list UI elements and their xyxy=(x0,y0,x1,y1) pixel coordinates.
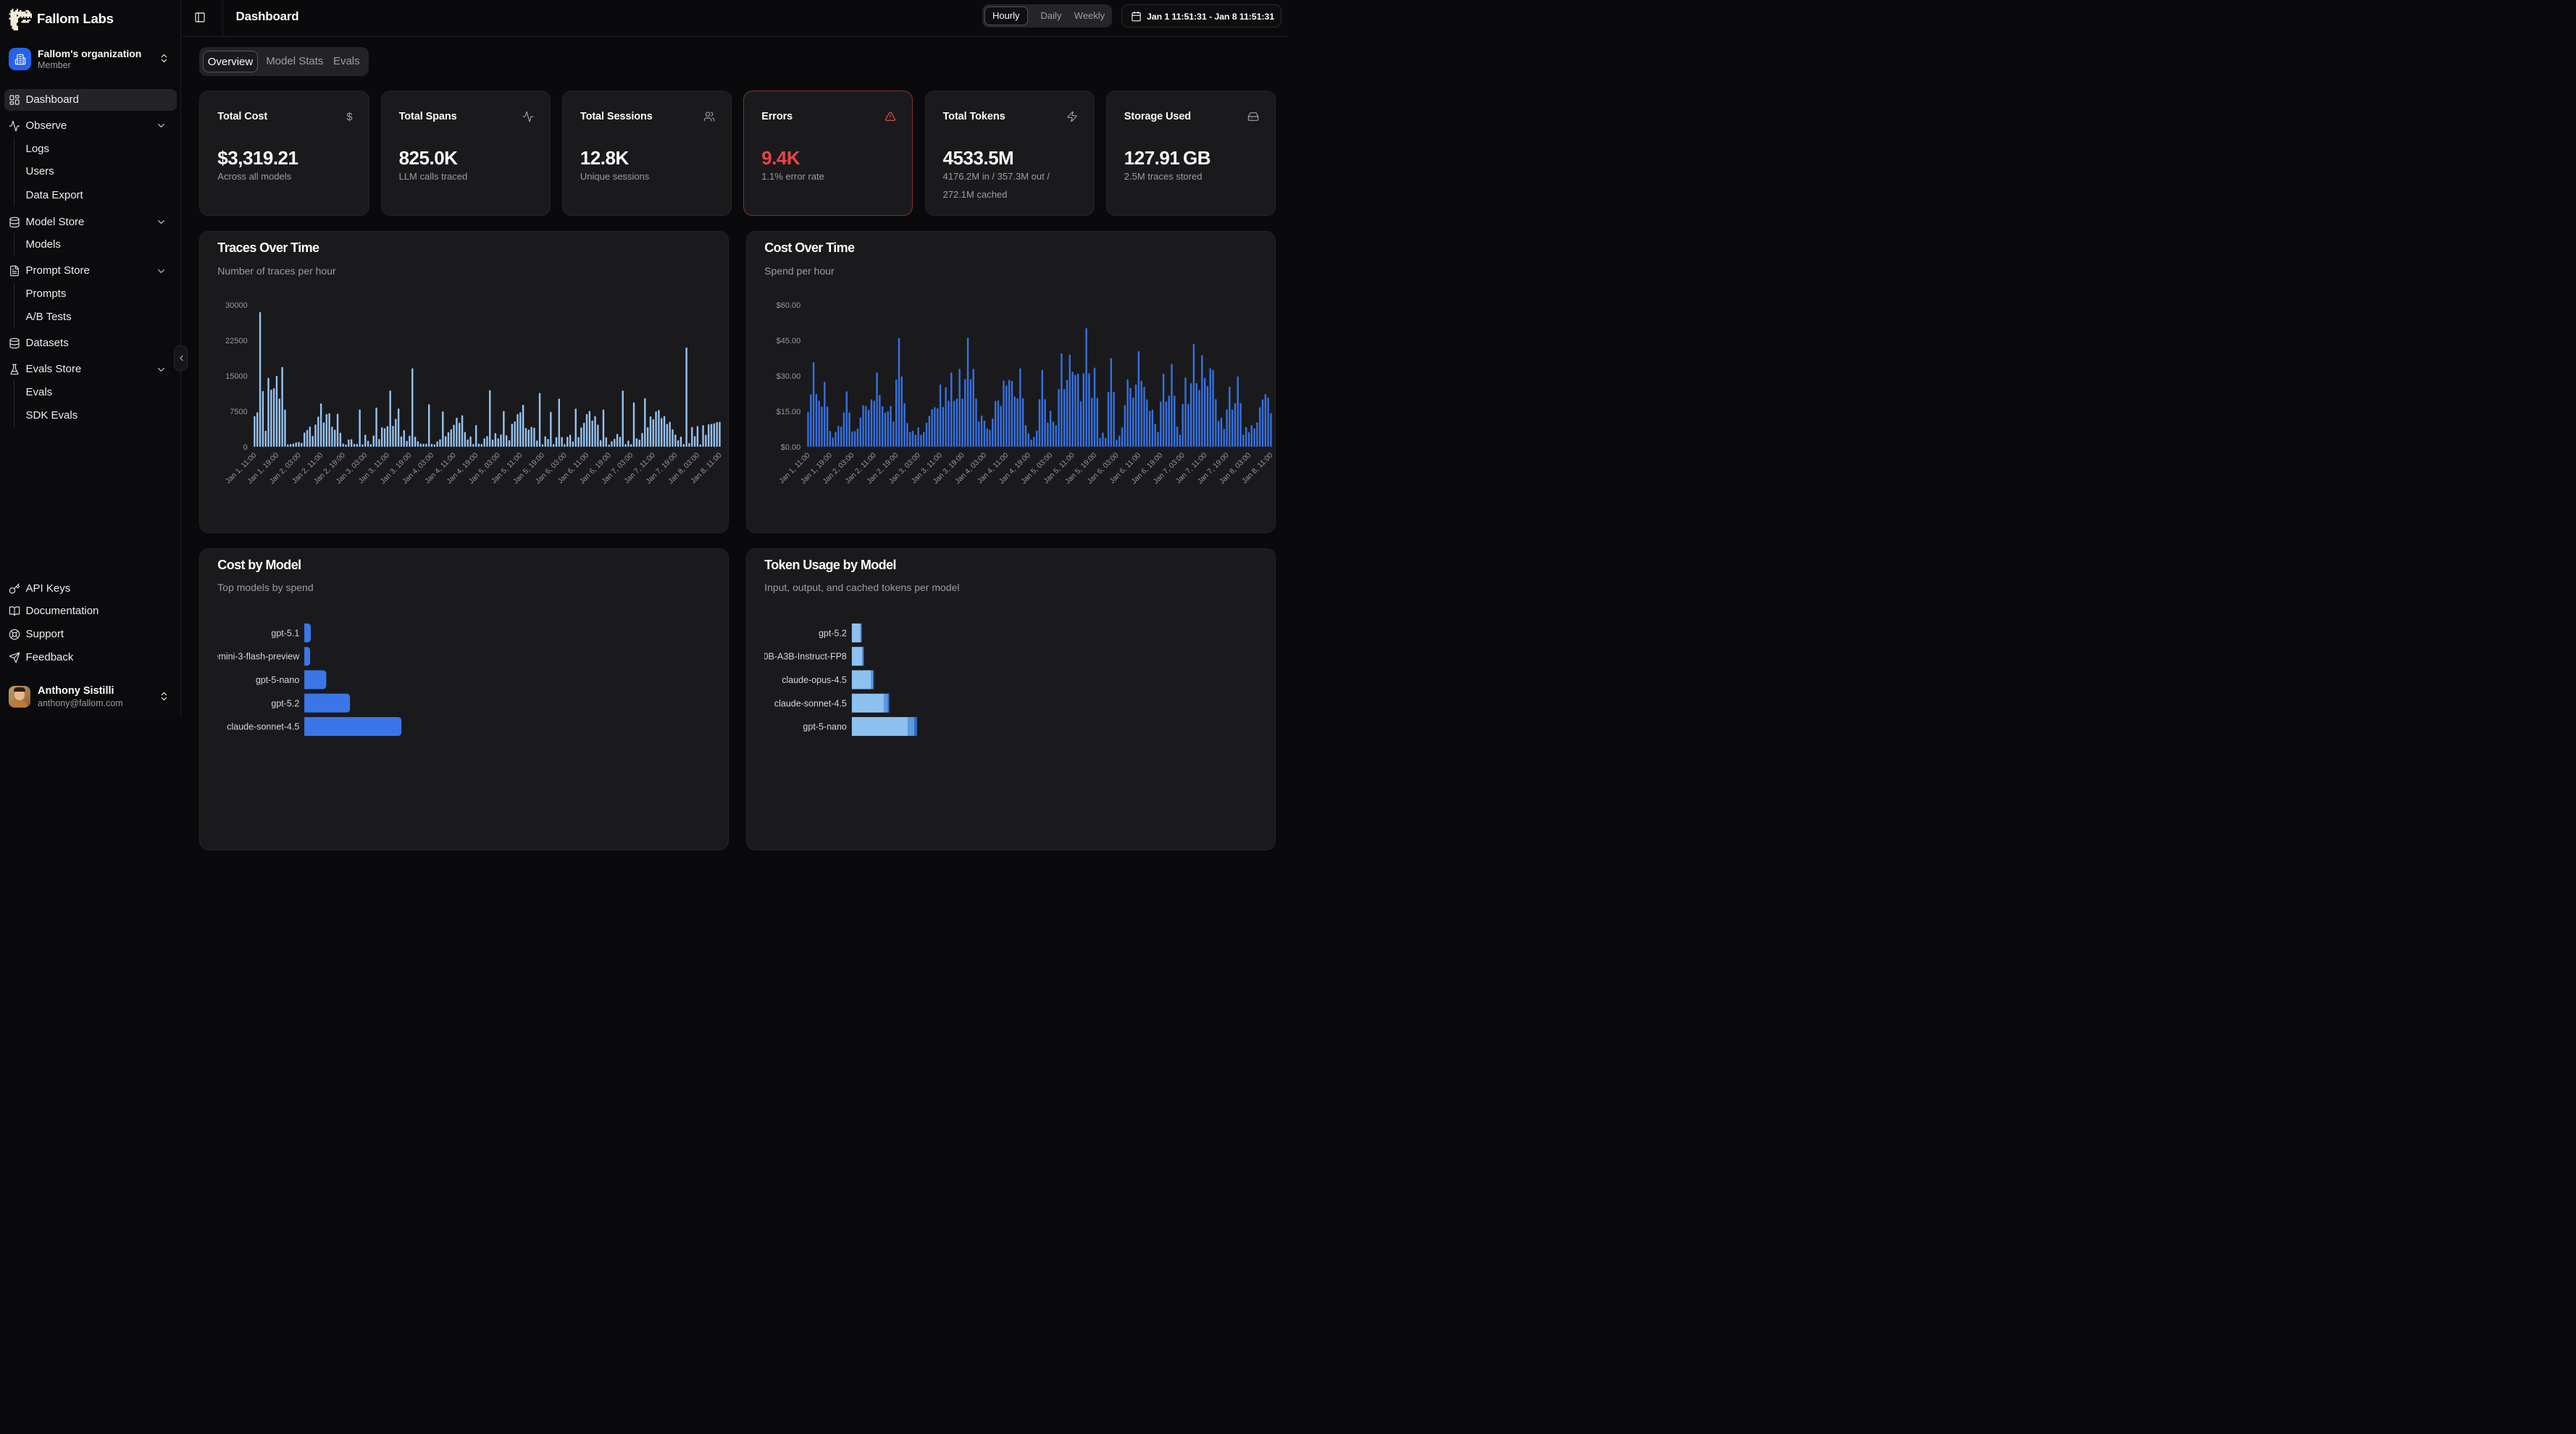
svg-text:gpt-5.2: gpt-5.2 xyxy=(272,698,300,708)
svg-text:7500: 7500 xyxy=(230,408,248,416)
svg-text:gpt-5.1: gpt-5.1 xyxy=(272,628,300,638)
svg-text:claude-opus-4.5: claude-opus-4.5 xyxy=(782,675,847,685)
svg-text:$45.00: $45.00 xyxy=(777,337,801,345)
svg-text:$0.00: $0.00 xyxy=(781,443,801,452)
svg-text:gpt-5.2: gpt-5.2 xyxy=(819,628,847,638)
svg-text:$30.00: $30.00 xyxy=(777,372,801,381)
svg-text:22500: 22500 xyxy=(225,337,248,345)
svg-text:0: 0 xyxy=(243,443,248,452)
svg-text:gpt-5-nano: gpt-5-nano xyxy=(256,675,300,685)
svg-text:15000: 15000 xyxy=(225,372,248,381)
svg-text:claude-sonnet-4.5: claude-sonnet-4.5 xyxy=(774,698,847,708)
svg-text:$60.00: $60.00 xyxy=(777,301,801,310)
svg-text:claude-sonnet-4.5: claude-sonnet-4.5 xyxy=(227,721,300,731)
svg-text:30000: 30000 xyxy=(225,301,248,310)
svg-text:$15.00: $15.00 xyxy=(777,408,801,416)
svg-text:gemini-3-flash-preview: gemini-3-flash-preview xyxy=(209,651,301,661)
svg-text:gpt-5-nano: gpt-5-nano xyxy=(803,721,848,731)
svg-text:0B-A3B-Instruct-FP8: 0B-A3B-Instruct-FP8 xyxy=(764,651,847,661)
